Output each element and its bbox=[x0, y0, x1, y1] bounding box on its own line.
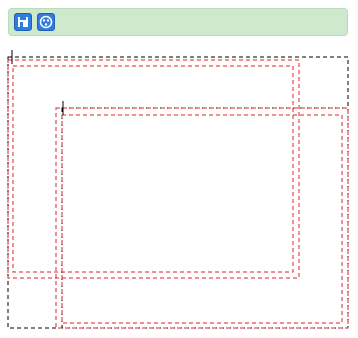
selection-outer-rect-b bbox=[12, 65, 294, 273]
editor-stage bbox=[0, 0, 358, 338]
selection-outer-rect-a bbox=[7, 59, 300, 279]
drawing-canvas[interactable] bbox=[0, 0, 358, 338]
selection-inner-rect-a bbox=[55, 107, 349, 329]
selection-inner-rect-b bbox=[61, 114, 343, 324]
outer-shape-outline bbox=[7, 56, 349, 329]
inner-shape-outline bbox=[61, 107, 349, 329]
